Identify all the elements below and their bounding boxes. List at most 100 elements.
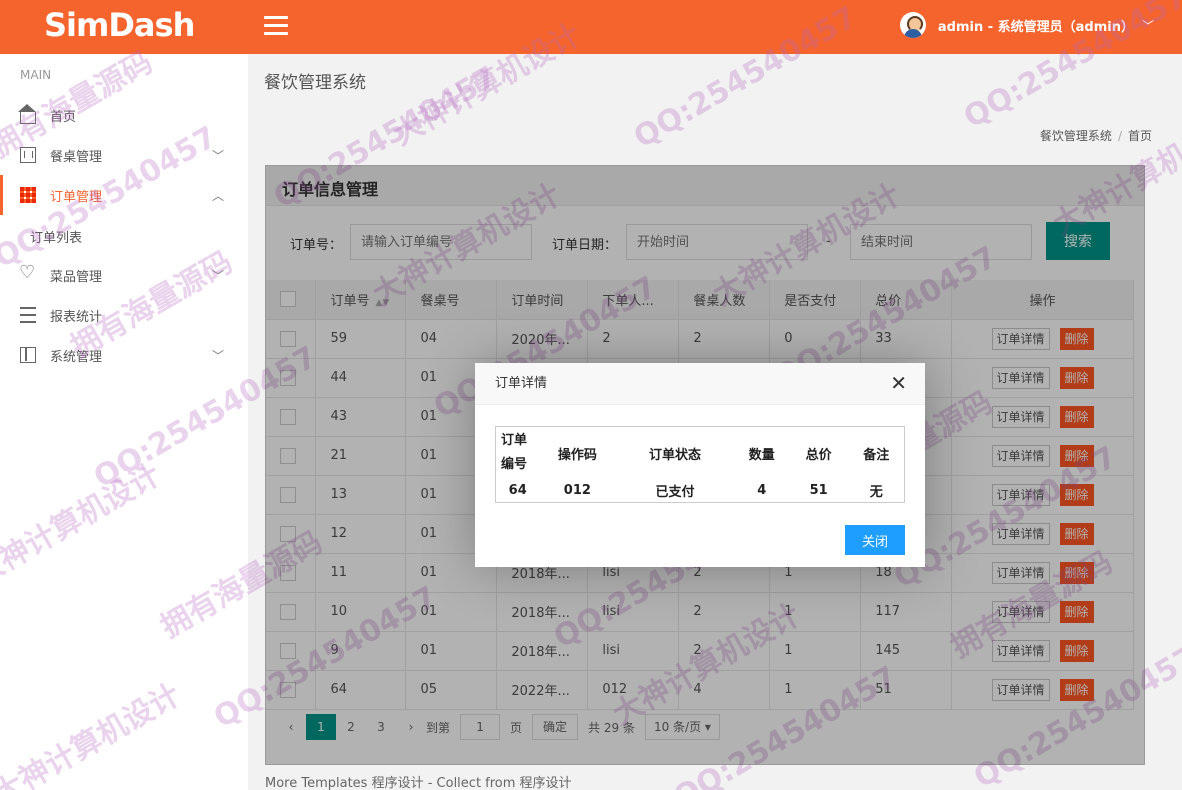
row-checkbox[interactable] [280, 486, 296, 503]
sort-icon[interactable]: ▲▼ [375, 298, 389, 308]
sidebar-item-dishes[interactable]: 菜品管理 ﹀ [0, 255, 248, 295]
delete-button[interactable]: 删除 [1059, 639, 1094, 662]
order-detail-button[interactable]: 订单详情 [991, 561, 1050, 584]
row-select-cell [266, 358, 317, 398]
order-detail-button[interactable]: 订单详情 [991, 444, 1050, 467]
goto-label: 到第 [426, 720, 451, 735]
row-select-cell [266, 514, 317, 554]
table-row[interactable]: 59 04 2020年... 2 2 0 33 订单详情 删除 [266, 319, 1134, 359]
select-all-cell [266, 280, 317, 320]
row-checkbox[interactable] [280, 525, 296, 542]
row-checkbox[interactable] [280, 369, 296, 386]
delete-button[interactable]: 删除 [1059, 600, 1094, 623]
sidebar-item-system[interactable]: 系统管理 ﹀ [0, 335, 248, 375]
page-size-select[interactable]: 10 条/页 ▾ [644, 714, 720, 740]
sidebar-item-orders[interactable]: 订单管理 ︿ [0, 175, 248, 215]
table-cell: 2 [678, 631, 771, 671]
sidebar-item-home[interactable]: 首页 [0, 95, 248, 135]
goto-confirm-button[interactable]: 确定 [532, 714, 579, 740]
row-actions: 订单详情 删除 [951, 514, 1134, 554]
sidebar-item-tables[interactable]: 餐桌管理 ﹀ [0, 135, 248, 175]
table-row[interactable]: 64 05 2022年... 012 4 1 51 订单详情 删除 [266, 670, 1134, 710]
search-button[interactable]: 搜索 [1046, 222, 1110, 260]
order-detail-button[interactable]: 订单详情 [991, 678, 1050, 701]
table-cell: 33 [860, 319, 953, 359]
order-detail-button[interactable]: 订单详情 [991, 405, 1050, 428]
row-checkbox[interactable] [280, 330, 296, 347]
table-cell: 44 [315, 358, 407, 398]
row-checkbox[interactable] [280, 642, 296, 659]
table-cell: 117 [860, 592, 953, 632]
sidebar-item-label: 系统管理 [50, 349, 103, 365]
app-logo[interactable]: SimDash [44, 6, 195, 44]
delete-button[interactable]: 删除 [1059, 366, 1094, 389]
row-checkbox[interactable] [280, 681, 296, 698]
table-cell: 04 [405, 319, 498, 359]
delete-button[interactable]: 删除 [1059, 327, 1094, 350]
close-dialog-button[interactable]: 关闭 [845, 525, 905, 555]
goto-page-input[interactable]: 1 [460, 714, 501, 740]
row-checkbox[interactable] [280, 603, 296, 620]
table-header-row: 订单号 ▲▼ 餐桌号 订单时间 下单人... 餐桌人数 是否支付 总价 操作 [266, 280, 1134, 320]
sidebar-item-label: 菜品管理 [50, 269, 103, 285]
order-detail-button[interactable]: 订单详情 [991, 483, 1050, 506]
order-detail-button[interactable]: 订单详情 [991, 639, 1050, 662]
order-detail-button[interactable]: 订单详情 [991, 366, 1050, 389]
order-detail-button[interactable]: 订单详情 [991, 327, 1050, 350]
chevron-down-icon: ﹀ [211, 148, 224, 163]
page-button[interactable]: 3 [366, 714, 396, 740]
delete-button[interactable]: 删除 [1059, 444, 1094, 467]
sidebar-item-label: 首页 [50, 109, 77, 125]
delete-button[interactable]: 删除 [1059, 561, 1094, 584]
chevron-down-icon: ﹀ [1141, 18, 1154, 33]
user-avatar [899, 12, 926, 38]
user-menu[interactable]: admin - 系统管理员（admin） ﹀ [899, 12, 1154, 38]
page-button[interactable]: 1 [306, 714, 336, 740]
end-date-input[interactable] [850, 224, 1032, 260]
row-actions: 订单详情 删除 [951, 475, 1134, 515]
breadcrumb-item[interactable]: 餐饮管理系统 [1040, 129, 1112, 143]
column-header: 订单时间 [496, 280, 589, 320]
sidebar-item-reports[interactable]: 报表统计 [0, 295, 248, 335]
row-checkbox[interactable] [280, 447, 296, 464]
table-cell: 1 [769, 670, 862, 710]
detail-value: 51 [809, 483, 828, 498]
order-detail-button[interactable]: 订单详情 [991, 522, 1050, 545]
start-date-input[interactable] [626, 224, 808, 260]
date-separator: - [826, 234, 831, 249]
table-row[interactable]: 9 01 2018年... lisi 2 1 145 订单详情 删除 [266, 631, 1134, 671]
menu-toggle-button[interactable] [264, 16, 288, 36]
detail-value: 无 [869, 485, 883, 500]
row-checkbox[interactable] [280, 564, 296, 581]
order-no-input[interactable] [350, 224, 532, 260]
row-checkbox[interactable] [280, 408, 296, 425]
column-header: 下单人... [587, 280, 680, 320]
row-actions: 订单详情 删除 [951, 631, 1134, 671]
prev-page-button[interactable]: ‹ [276, 714, 306, 740]
top-header: SimDash admin - 系统管理员（admin） ﹀ [0, 0, 1182, 54]
column-header[interactable]: 订单号 ▲▼ [315, 280, 407, 320]
delete-button[interactable]: 删除 [1059, 483, 1094, 506]
page-button[interactable]: 2 [336, 714, 366, 740]
column-header: 操作 [951, 280, 1134, 320]
list-icon [20, 307, 36, 323]
table-row[interactable]: 10 01 2018年... lisi 2 1 117 订单详情 删除 [266, 592, 1134, 632]
delete-button[interactable]: 删除 [1059, 678, 1094, 701]
sidebar: MAIN 首页 餐桌管理 ﹀ 订单管理 ︿ 订单列表 菜品管理 ﹀ 报表统计 系… [0, 54, 248, 790]
footer-text: More Templates 程序设计 - Collect from 程序设计 [265, 776, 572, 790]
detail-value-row: 64 012 已支付 4 51 无 [496, 479, 905, 503]
sidebar-item-label: 报表统计 [50, 309, 103, 325]
breadcrumb-item[interactable]: 首页 [1128, 129, 1152, 143]
table-cell: 0 [769, 319, 862, 359]
select-all-checkbox[interactable] [280, 291, 296, 308]
close-icon[interactable]: ✕ [890, 373, 907, 393]
table-cell: 21 [315, 436, 407, 476]
delete-button[interactable]: 删除 [1059, 405, 1094, 428]
next-page-button[interactable]: › [396, 714, 426, 740]
row-select-cell [266, 670, 317, 710]
dialog-title: 订单详情 [475, 363, 925, 405]
sidebar-subitem-order-list[interactable]: 订单列表 [30, 227, 82, 246]
delete-button[interactable]: 删除 [1059, 522, 1094, 545]
order-detail-button[interactable]: 订单详情 [991, 600, 1050, 623]
table-cell: 1 [769, 631, 862, 671]
